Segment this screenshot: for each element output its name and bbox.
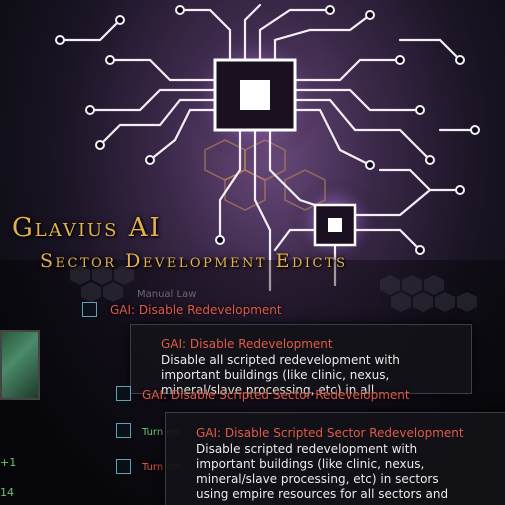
mod-title: Glavius AI <box>12 213 162 243</box>
tooltip-disable-redevelopment: GAI: Disable Redevelopment Disable all s… <box>130 324 472 397</box>
turn-off-checkbox[interactable] <box>116 459 131 474</box>
disable-redevelopment-checkbox[interactable] <box>82 302 97 317</box>
disable-scripted-redevelopment-label[interactable]: GAI: Disable Scripted Sector Redevelopme… <box>142 388 410 402</box>
disable-redevelopment-label[interactable]: GAI: Disable Redevelopment <box>110 303 282 317</box>
tooltip-title: GAI: Disable Scripted Sector Redevelopme… <box>196 426 464 440</box>
mod-subtitle: Sector Development Edicts <box>40 250 348 272</box>
game-screen: +1 14 Glavius AI Sector Development Edic… <box>0 0 505 505</box>
planet-thumbnail[interactable] <box>0 330 40 400</box>
tooltip-disable-scripted-redevelopment: GAI: Disable Scripted Sector Redevelopme… <box>165 412 505 505</box>
tooltip-body: Disable scripted redevelopment with impo… <box>196 442 449 501</box>
tooltip-title: GAI: Disable Redevelopment <box>161 337 333 351</box>
left-value-1: +1 <box>0 456 17 469</box>
left-value-2: 14 <box>0 486 14 499</box>
turn-on-checkbox[interactable] <box>116 423 131 438</box>
disable-scripted-redevelopment-checkbox[interactable] <box>116 386 131 401</box>
background-label: Manual Law <box>137 289 197 300</box>
